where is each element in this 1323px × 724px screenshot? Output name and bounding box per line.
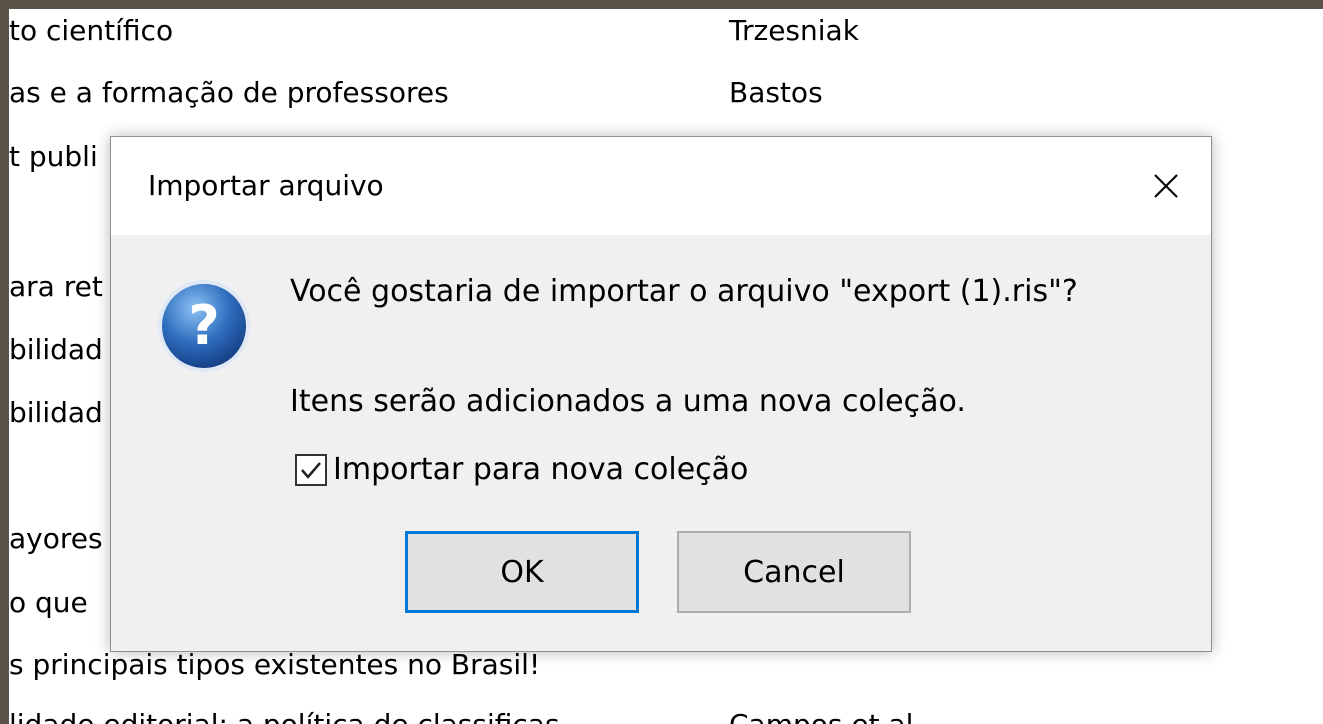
list-item-title: s principais tipos existentes no Brasil!	[9, 648, 541, 681]
ok-button[interactable]: OK	[405, 531, 639, 613]
checkmark-icon	[301, 461, 321, 479]
svg-text:?: ?	[188, 294, 219, 357]
close-button[interactable]	[1121, 137, 1211, 235]
dialog-submessage: Itens serão adicionados a uma nova coleç…	[290, 384, 966, 419]
import-file-dialog: Importar arquivo ? Você gostaria de impo…	[110, 136, 1212, 652]
list-item-title: ayores	[9, 522, 103, 555]
list-item-title: bilidad	[9, 333, 103, 366]
close-icon	[1154, 174, 1178, 198]
window-frame-left	[0, 0, 9, 724]
list-item-title: lidade editorial: a política de classifi…	[9, 708, 560, 724]
list-item[interactable]: as e a formação de professores Bastos	[9, 62, 1323, 122]
cancel-button[interactable]: Cancel	[677, 531, 911, 613]
import-to-new-collection-checkbox[interactable]: Importar para nova coleção	[295, 452, 748, 487]
list-item-title: t publi	[9, 140, 98, 173]
question-icon: ?	[158, 280, 250, 372]
list-item-author: Trzesniak	[729, 14, 859, 47]
list-item-title: to científico	[9, 14, 174, 47]
list-item[interactable]: lidade editorial: a política de classifi…	[9, 694, 1323, 724]
dialog-message: Você gostaria de importar o arquivo "exp…	[290, 274, 1078, 309]
dialog-title: Importar arquivo	[148, 169, 384, 202]
list-item-author: Campos et al	[729, 708, 913, 724]
list-item-title: bilidad	[9, 396, 103, 429]
list-item-author: Bastos	[729, 76, 823, 109]
list-item[interactable]: to científico Trzesniak	[9, 0, 1323, 60]
list-item-title: ara ret	[9, 270, 103, 303]
checkbox-box[interactable]	[295, 453, 327, 486]
list-item-title: o que	[9, 586, 88, 619]
dialog-titlebar[interactable]: Importar arquivo	[111, 137, 1211, 235]
checkbox-label: Importar para nova coleção	[333, 452, 749, 487]
list-item-title: as e a formação de professores	[9, 76, 449, 109]
